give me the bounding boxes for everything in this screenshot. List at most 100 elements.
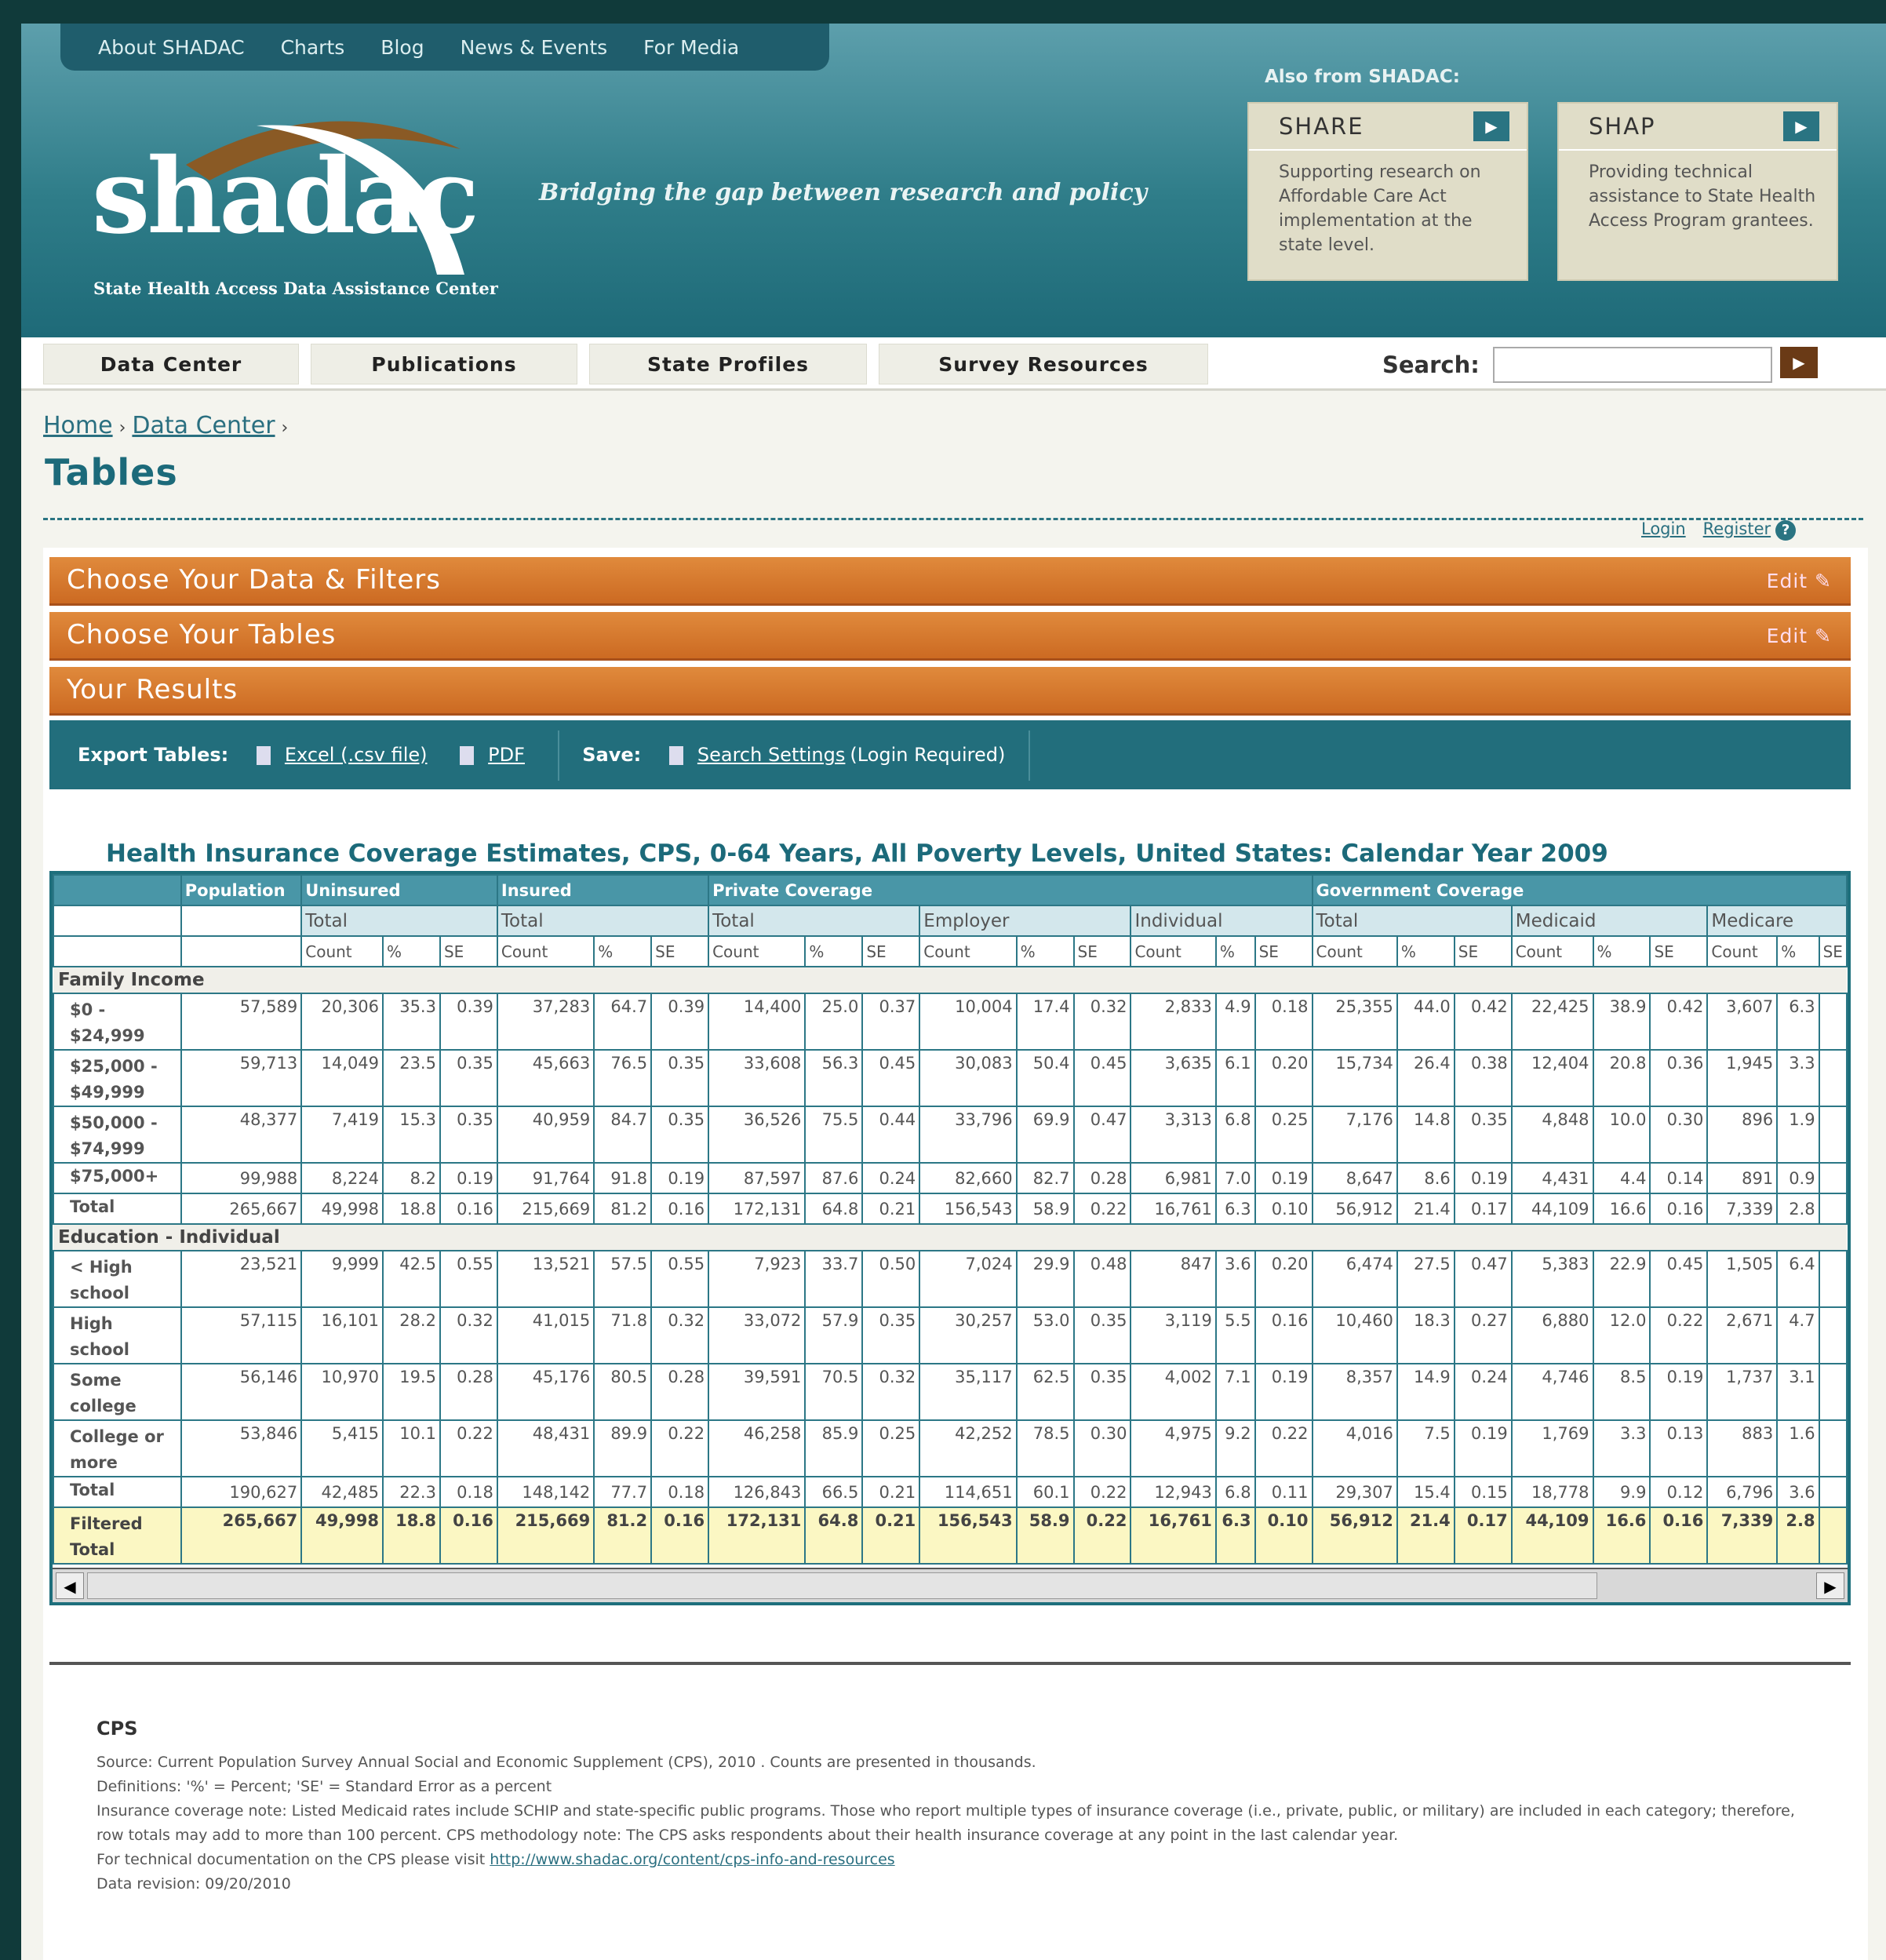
tagline: Bridging the gap between research and po… <box>539 179 1148 206</box>
edit-tables-button[interactable]: Edit ✎ <box>1767 614 1832 659</box>
table-cell: 16,101 <box>300 1306 384 1364</box>
column-header-se: SE <box>1254 935 1313 967</box>
table-cell: 3,607 <box>1706 993 1779 1051</box>
file-icon <box>460 746 475 765</box>
scroll-right-icon[interactable]: ▶ <box>1816 1572 1844 1599</box>
table-cell: 0.55 <box>439 1250 498 1308</box>
row-label: Some college <box>53 1363 182 1421</box>
arrow-right-icon[interactable]: ▶ <box>1783 111 1819 141</box>
top-nav-about[interactable]: About SHADAC <box>98 36 245 59</box>
help-icon[interactable]: ? <box>1775 520 1797 541</box>
breadcrumb-home[interactable]: Home <box>43 412 113 439</box>
promo-shap[interactable]: SHAP ▶ Providing technical assistance to… <box>1557 102 1838 281</box>
table-cell: 14,400 <box>708 993 806 1051</box>
top-nav-news[interactable]: News & Events <box>461 36 608 59</box>
table-cell: 0.25 <box>861 1419 921 1477</box>
export-excel-link[interactable]: Excel (.csv file) <box>285 744 428 766</box>
notes-source: Source: Current Population Survey Annual… <box>96 1754 1036 1771</box>
table-cell: 8,224 <box>300 1162 384 1194</box>
table-row: $25,000 - $49,999 59,713 14,049 23.5 0.35 45,… <box>53 1049 1848 1107</box>
nav-data-center[interactable]: Data Center <box>43 344 299 384</box>
search-input[interactable] <box>1493 347 1772 383</box>
table-cell: 0.35 <box>439 1049 498 1107</box>
scroll-left-icon[interactable]: ◀ <box>56 1572 84 1599</box>
tables-section-bar[interactable]: Choose Your Tables Edit ✎ <box>49 612 1851 661</box>
table-cell: 78.5 <box>1015 1419 1075 1477</box>
horizontal-scrollbar[interactable]: ◀ ▶ <box>53 1568 1848 1602</box>
divider <box>1559 149 1837 151</box>
table-cell: 10,460 <box>1311 1306 1398 1364</box>
column-header-pct: % <box>1015 935 1075 967</box>
table-cell: 0.10 <box>1254 1506 1313 1565</box>
column-header-se: SE <box>861 935 921 967</box>
breadcrumb-data-center[interactable]: Data Center <box>132 412 275 439</box>
table-cell: 148,142 <box>496 1476 595 1508</box>
table-cell: 45,663 <box>496 1049 595 1107</box>
login-required-note: (Login Required) <box>850 744 1006 766</box>
table-cell: 25,355 <box>1311 993 1398 1051</box>
export-label: Export Tables: <box>78 744 229 766</box>
filters-section-bar[interactable]: Choose Your Data & Filters Edit ✎ <box>49 557 1851 606</box>
edit-filters-button[interactable]: Edit ✎ <box>1767 559 1832 604</box>
table-cell: 0.32 <box>650 1306 710 1364</box>
page: About SHADAC Charts Blog News & Events F… <box>21 24 1886 1960</box>
table-cell: 0.28 <box>439 1363 498 1421</box>
table-cell: 5,415 <box>300 1419 384 1477</box>
table-cell: 0.18 <box>1254 993 1313 1051</box>
table-cell: 42,252 <box>919 1419 1018 1477</box>
register-link[interactable]: Register <box>1703 519 1771 538</box>
table-cell: 0.50 <box>861 1250 921 1308</box>
export-pdf-link[interactable]: PDF <box>488 744 525 766</box>
table-cell: 25.0 <box>804 993 864 1051</box>
table-cell: 27.5 <box>1396 1250 1455 1308</box>
table-cell: 82.7 <box>1015 1162 1075 1194</box>
column-header-pct: % <box>1592 935 1651 967</box>
column-header-count: Count <box>1311 935 1398 967</box>
file-icon <box>256 746 271 765</box>
column-header-count: Count <box>708 935 806 967</box>
results-table: Population Uninsured Insured Private Cov… <box>53 874 1848 1565</box>
search-settings-link[interactable]: Search Settings <box>697 744 846 766</box>
account-links: Login Register? <box>1641 519 1797 541</box>
also-from-label: Also from SHADAC: <box>1265 67 1460 87</box>
login-link[interactable]: Login <box>1641 519 1686 538</box>
top-nav-blog[interactable]: Blog <box>380 36 424 59</box>
filters-section-title: Choose Your Data & Filters <box>67 564 441 596</box>
table-cell: 3.6 <box>1214 1250 1256 1308</box>
table-cell: 4,848 <box>1510 1106 1594 1164</box>
table-cell: 16.6 <box>1592 1506 1651 1565</box>
results-table-container[interactable]: Population Uninsured Insured Private Cov… <box>49 871 1851 1605</box>
section-row: Education - Individual <box>53 1223 1847 1251</box>
table-cell: 3,119 <box>1130 1306 1217 1364</box>
shadac-logo[interactable]: shadac State Health Access Data Assistan… <box>92 118 531 306</box>
nav-state-profiles[interactable]: State Profiles <box>589 344 867 384</box>
scroll-thumb[interactable] <box>87 1572 1597 1599</box>
table-cell: 35.3 <box>382 993 441 1051</box>
blank-cell <box>53 905 182 937</box>
table-cell: 6,981 <box>1130 1162 1217 1194</box>
table-cell: 59,713 <box>180 1049 303 1107</box>
table-cell: 4,002 <box>1130 1363 1217 1421</box>
table-cell: 10,004 <box>919 993 1018 1051</box>
promo-share[interactable]: SHARE ▶ Supporting research on Affordabl… <box>1247 102 1528 281</box>
table-cell: 883 <box>1706 1419 1779 1477</box>
table-cell: 0.28 <box>1072 1162 1132 1194</box>
table-cell: 0.16 <box>650 1506 710 1565</box>
promo-text: Supporting research on Affordable Care A… <box>1279 162 1481 255</box>
arrow-right-icon[interactable]: ▶ <box>1473 111 1509 141</box>
table-cell: 0.39 <box>650 993 710 1051</box>
top-nav-media[interactable]: For Media <box>643 36 739 59</box>
table-row: < High school 23,521 9,999 42.5 0.55 13,521 57… <box>53 1250 1848 1308</box>
table-cell: 64.8 <box>804 1193 864 1225</box>
table-cell: 0.21 <box>861 1193 921 1225</box>
search-label: Search: <box>1382 352 1480 378</box>
table-cell: 1,945 <box>1706 1049 1779 1107</box>
cps-doc-link[interactable]: http://www.shadac.org/content/cps-info-a… <box>490 1851 894 1868</box>
nav-survey-resources[interactable]: Survey Resources <box>879 344 1208 384</box>
top-nav-charts[interactable]: Charts <box>281 36 345 59</box>
table-cell: 891 <box>1706 1162 1779 1194</box>
notes-documentation: For technical documentation on the CPS p… <box>96 1848 1822 1872</box>
column-header-pct: % <box>804 935 864 967</box>
nav-publications[interactable]: Publications <box>311 344 577 384</box>
search-submit-button[interactable]: ▶ <box>1780 347 1818 378</box>
